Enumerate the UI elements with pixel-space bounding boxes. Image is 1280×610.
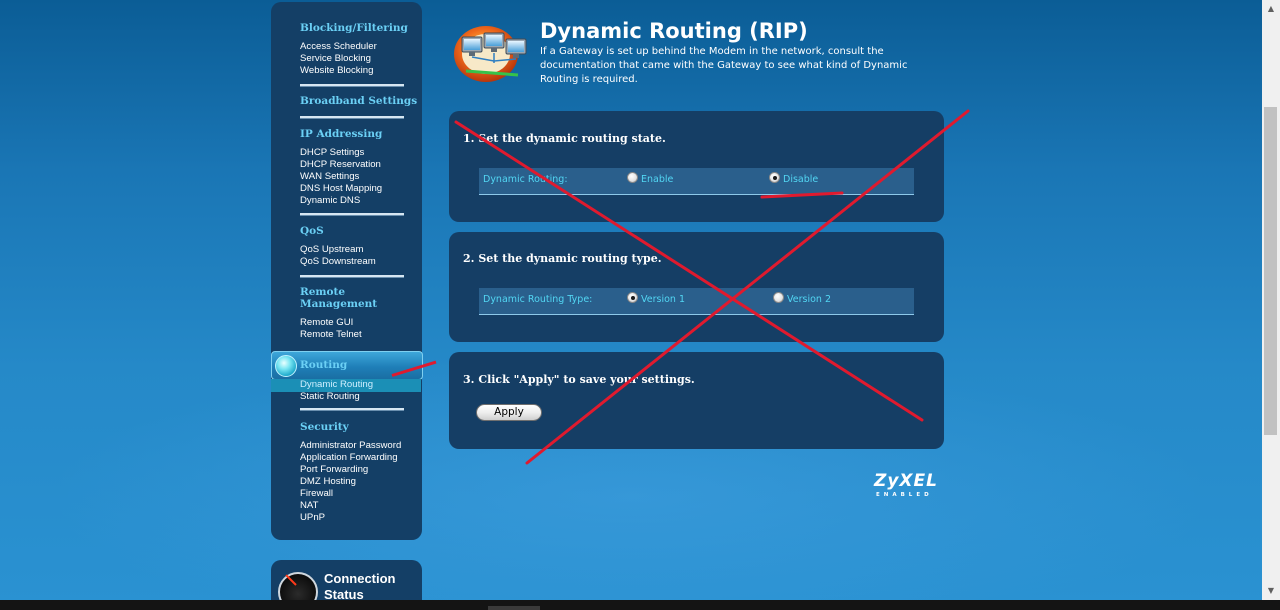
sidebar-item-remote-gui[interactable]: Remote GUI xyxy=(300,317,353,329)
sidebar-item-upnp[interactable]: UPnP xyxy=(300,512,325,524)
step3-title: 3. Click "Apply" to save your settings. xyxy=(463,373,695,386)
sidebar-item-dhcp-settings[interactable]: DHCP Settings xyxy=(300,147,364,159)
sidebar-heading-remote-management[interactable]: Remote Management xyxy=(300,286,377,310)
network-computers-icon xyxy=(454,26,527,82)
version2-radio[interactable] xyxy=(773,292,784,303)
page-title: Dynamic Routing (RIP) xyxy=(540,19,808,43)
apply-button[interactable]: Apply xyxy=(476,404,542,421)
dynamic-routing-type-row: Dynamic Routing Type: Version 1 Version … xyxy=(479,288,914,315)
dynamic-routing-type-label: Dynamic Routing Type: xyxy=(483,294,593,305)
sidebar-item-administrator-password[interactable]: Administrator Password xyxy=(300,440,401,452)
taskbar xyxy=(0,600,1280,610)
taskbar-item[interactable] xyxy=(488,606,540,610)
sidebar-heading-ip-addressing[interactable]: IP Addressing xyxy=(300,128,382,140)
step3-panel: 3. Click "Apply" to save your settings. … xyxy=(449,352,944,449)
sidebar-divider xyxy=(300,84,404,87)
sidebar-item-application-forwarding[interactable]: Application Forwarding xyxy=(300,452,398,464)
sidebar-item-port-forwarding[interactable]: Port Forwarding xyxy=(300,464,368,476)
sidebar-item-dynamic-routing[interactable]: Dynamic Routing xyxy=(300,379,373,391)
sidebar-nav: Blocking/Filtering Access Scheduler Serv… xyxy=(271,2,423,540)
scroll-down-arrow-icon[interactable]: ▼ xyxy=(1262,582,1280,600)
version1-option-label[interactable]: Version 1 xyxy=(641,294,685,305)
dynamic-routing-row: Dynamic Routing: Enable Disable xyxy=(479,168,914,195)
zyxel-logo-text: ZyXEL xyxy=(874,471,938,491)
vertical-scrollbar[interactable]: ▲ ▼ xyxy=(1262,0,1280,600)
disable-option-label[interactable]: Disable xyxy=(783,174,818,185)
sidebar-item-remote-telnet[interactable]: Remote Telnet xyxy=(300,329,362,341)
step1-panel: 1. Set the dynamic routing state. Dynami… xyxy=(449,111,944,222)
globe-bulb-icon xyxy=(275,355,297,377)
sidebar-item-dns-host-mapping[interactable]: DNS Host Mapping xyxy=(300,183,382,195)
sidebar-heading-blocking-filtering[interactable]: Blocking/Filtering xyxy=(300,22,408,34)
sidebar-item-dmz-hosting[interactable]: DMZ Hosting xyxy=(300,476,356,488)
disable-radio[interactable] xyxy=(769,172,780,183)
version2-option-label[interactable]: Version 2 xyxy=(787,294,831,305)
sidebar-item-qos-upstream[interactable]: QoS Upstream xyxy=(300,244,363,256)
sidebar-heading-remote-line1: Remote xyxy=(300,286,346,298)
sidebar-heading-qos[interactable]: QoS xyxy=(300,225,324,237)
sidebar-divider xyxy=(300,275,404,278)
dynamic-routing-label: Dynamic Routing: xyxy=(483,174,568,185)
enable-option-label[interactable]: Enable xyxy=(641,174,673,185)
sidebar-divider xyxy=(300,116,404,119)
version1-radio[interactable] xyxy=(627,292,638,303)
sidebar-item-dynamic-dns[interactable]: Dynamic DNS xyxy=(300,195,360,207)
sidebar-item-nat[interactable]: NAT xyxy=(300,500,318,512)
page-description: If a Gateway is set up behind the Modem … xyxy=(540,46,908,85)
step1-title: 1. Set the dynamic routing state. xyxy=(463,132,666,145)
sidebar-heading-security[interactable]: Security xyxy=(300,421,349,433)
sidebar-heading-broadband-settings[interactable]: Broadband Settings xyxy=(300,95,417,107)
scroll-thumb[interactable] xyxy=(1264,107,1277,435)
sidebar-item-qos-downstream[interactable]: QoS Downstream xyxy=(300,256,376,268)
sidebar-divider xyxy=(300,213,404,216)
sidebar-divider xyxy=(300,408,404,411)
step2-panel: 2. Set the dynamic routing type. Dynamic… xyxy=(449,232,944,342)
zyxel-logo: ZyXEL ENABLED xyxy=(870,472,946,502)
connection-status-title: Connection Status xyxy=(324,571,396,602)
sidebar-item-dhcp-reservation[interactable]: DHCP Reservation xyxy=(300,159,381,171)
sidebar-item-service-blocking[interactable]: Service Blocking xyxy=(300,53,371,65)
step2-title: 2. Set the dynamic routing type. xyxy=(463,252,662,265)
sidebar-item-access-scheduler[interactable]: Access Scheduler xyxy=(300,41,377,53)
scroll-up-arrow-icon[interactable]: ▲ xyxy=(1262,0,1280,18)
sidebar-heading-routing[interactable]: Routing xyxy=(300,359,347,371)
enable-radio[interactable] xyxy=(627,172,638,183)
sidebar-item-firewall[interactable]: Firewall xyxy=(300,488,333,500)
sidebar-heading-remote-line2: Management xyxy=(300,298,378,310)
sidebar-item-static-routing[interactable]: Static Routing xyxy=(300,391,360,403)
zyxel-logo-subtext: ENABLED xyxy=(876,492,933,498)
sidebar-item-wan-settings[interactable]: WAN Settings xyxy=(300,171,359,183)
sidebar-item-website-blocking[interactable]: Website Blocking xyxy=(300,65,373,77)
